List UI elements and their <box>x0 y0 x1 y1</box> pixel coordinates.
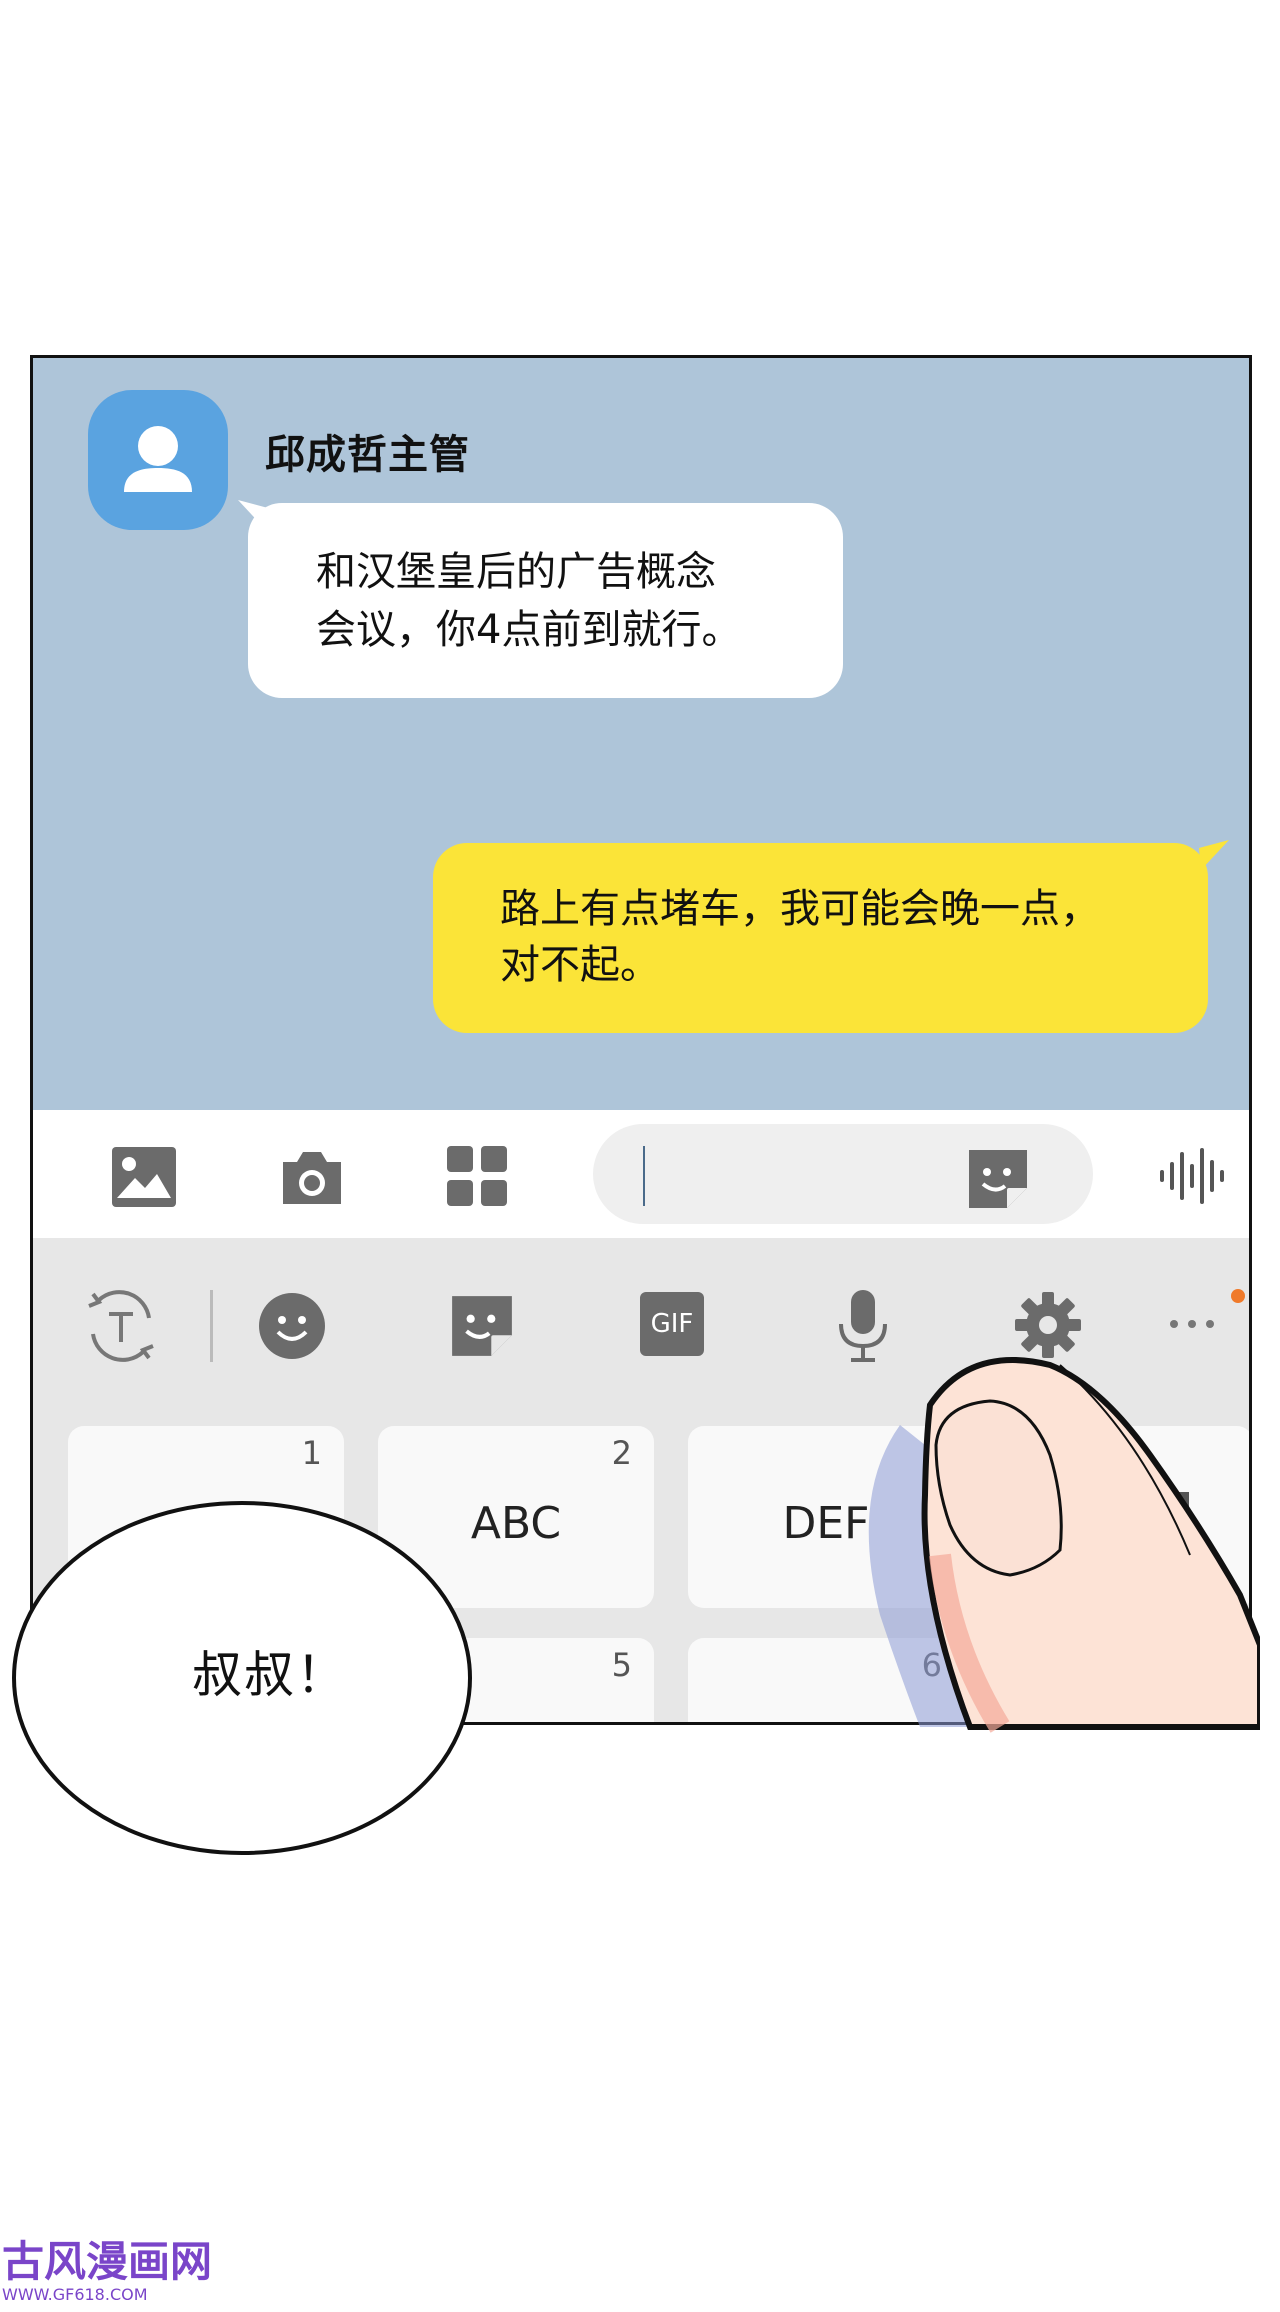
voice-wave-icon[interactable] <box>1158 1148 1228 1204</box>
message-text-field[interactable] <box>593 1124 1093 1224</box>
watermark-title: 古风漫画网 <box>2 2237 213 2286</box>
sticker-icon[interactable] <box>965 1146 1031 1212</box>
toolbar-divider <box>210 1290 213 1362</box>
message-input-bar <box>33 1110 1249 1238</box>
outgoing-message-bubble: 路上有点堵车，我可能会晚一点， 对不起。 <box>433 843 1208 1033</box>
incoming-message-bubble: 和汉堡皇后的广告概念 会议，你4点前到就行。 <box>248 503 843 698</box>
emoji-icon[interactable] <box>258 1292 326 1360</box>
watermark-url: WWW.GF618.COM <box>2 2285 148 2304</box>
image-icon[interactable] <box>111 1146 177 1208</box>
apps-grid-icon[interactable] <box>447 1146 507 1206</box>
watermark: 古风漫画网 WWW.GF618.COM <box>2 2238 212 2304</box>
user-icon <box>124 426 192 492</box>
avatar[interactable] <box>88 390 228 530</box>
speech-balloon-text: 叔叔！ <box>192 1646 348 1704</box>
text-translate-icon[interactable] <box>83 1288 159 1364</box>
sender-name: 邱成哲主管 <box>265 432 470 478</box>
notification-dot <box>1231 1289 1245 1303</box>
sticker-icon[interactable] <box>448 1292 516 1360</box>
more-icon[interactable] <box>1168 1286 1248 1336</box>
text-cursor <box>643 1146 645 1206</box>
finger-illustration <box>868 1357 1260 1733</box>
gif-icon[interactable]: GIF <box>640 1292 704 1356</box>
camera-icon[interactable] <box>279 1150 345 1206</box>
chat-area: 邱成哲主管 和汉堡皇后的广告概念 会议，你4点前到就行。 路上有点堵车，我可能会… <box>33 358 1249 1110</box>
